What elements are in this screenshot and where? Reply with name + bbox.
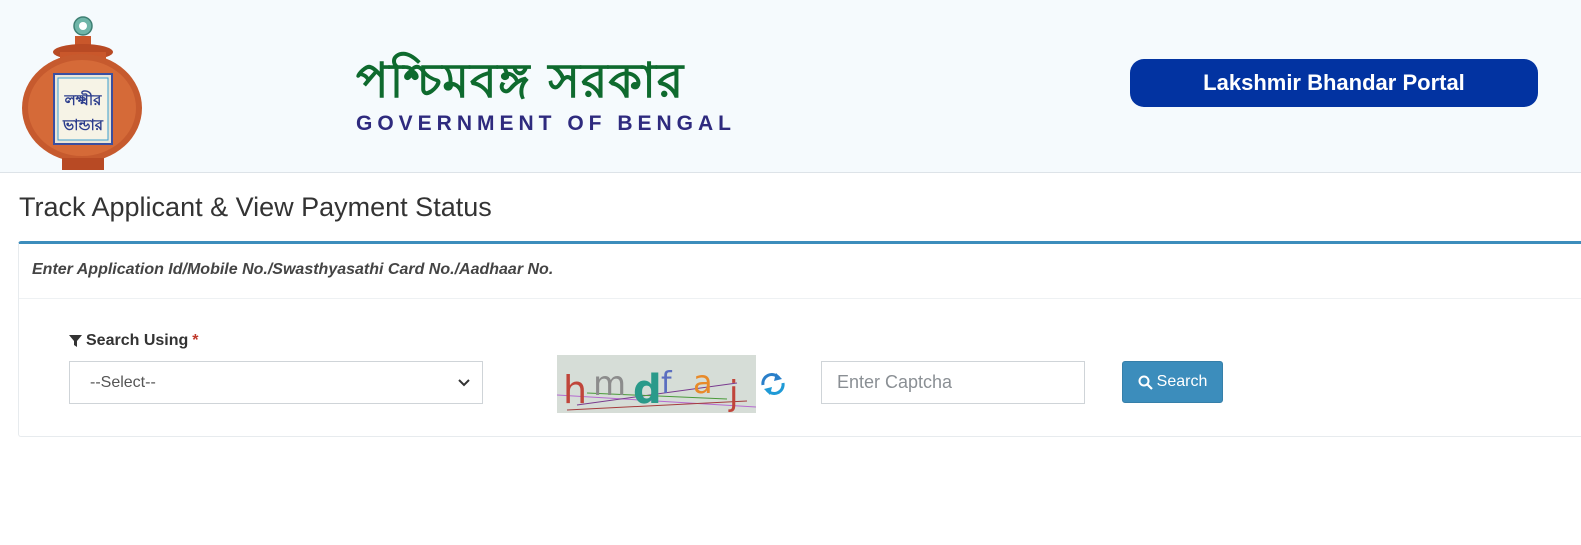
svg-text:j: j xyxy=(728,374,738,413)
svg-text:h: h xyxy=(563,368,587,412)
captcha-image: h m d f a j xyxy=(557,355,756,413)
english-title: GOVERNMENT OF BENGAL xyxy=(356,112,737,135)
refresh-icon[interactable] xyxy=(759,371,787,397)
search-button[interactable]: Search xyxy=(1122,361,1223,403)
required-mark: * xyxy=(192,332,199,349)
svg-text:m: m xyxy=(593,364,626,404)
bengali-title: পশ্চিমবঙ্গ সরকার xyxy=(356,53,685,109)
search-button-label: Search xyxy=(1156,373,1208,390)
site-header: লক্ষ্মীর ভান্ডার পশ্চিমবঙ্গ সরকার GOVERN… xyxy=(0,0,1581,173)
panel-instruction: Enter Application Id/Mobile No./Swasthya… xyxy=(19,244,1581,299)
captcha-input[interactable] xyxy=(821,361,1085,404)
svg-text:a: a xyxy=(693,363,713,401)
search-type-select[interactable]: --Select-- xyxy=(69,361,483,404)
chevron-down-icon xyxy=(458,378,470,386)
search-using-label: Search Using * xyxy=(69,332,199,350)
svg-text:ভান্ডার: ভান্ডার xyxy=(62,116,104,134)
portal-badge[interactable]: Lakshmir Bhandar Portal xyxy=(1130,59,1538,107)
select-value: --Select-- xyxy=(90,373,156,391)
search-icon xyxy=(1138,375,1153,390)
page-title: Track Applicant & View Payment Status xyxy=(19,192,492,222)
svg-text:f: f xyxy=(661,366,673,401)
filter-icon xyxy=(69,334,82,347)
svg-text:d: d xyxy=(633,367,662,413)
search-using-text: Search Using xyxy=(86,332,189,349)
government-title: পশ্চিমবঙ্গ সরকার GOVERNMENT OF BENGAL xyxy=(356,52,736,136)
search-panel: Enter Application Id/Mobile No./Swasthya… xyxy=(18,241,1581,437)
lakshmir-bhandar-logo: লক্ষ্মীর ভান্ডার xyxy=(22,16,142,170)
svg-text:লক্ষ্মীর: লক্ষ্মীর xyxy=(64,90,102,109)
